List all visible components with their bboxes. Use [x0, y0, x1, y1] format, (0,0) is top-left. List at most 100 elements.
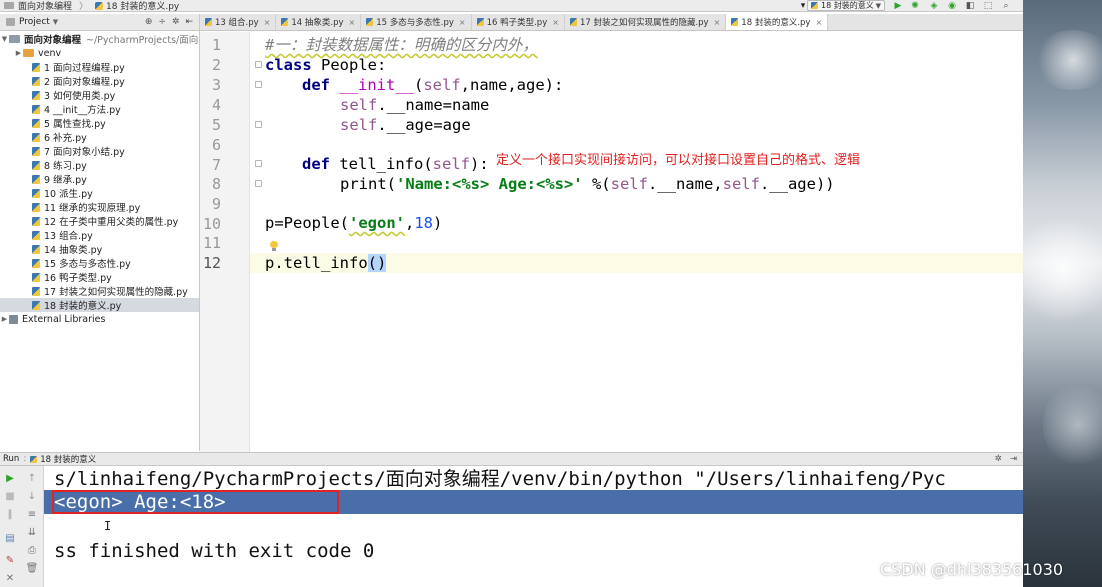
close-icon[interactable]: × [349, 18, 356, 27]
editor-tab[interactable]: 13 组合.py × [200, 14, 277, 30]
python-file-icon [32, 258, 40, 268]
scroll-to-end-icon[interactable]: ⇊ [26, 526, 38, 538]
tree-file[interactable]: 11 继承的实现原理.py [0, 200, 199, 214]
chevron-down-icon[interactable]: ▼ [0, 35, 9, 43]
fold-marker[interactable] [255, 180, 262, 187]
tree-file[interactable]: 9 继承.py [0, 172, 199, 186]
arrow-down-icon[interactable]: ↓ [26, 490, 38, 502]
tree-file[interactable]: 5 属性查找.py [0, 116, 199, 130]
run-tab[interactable]: 18 封装的意义 [40, 453, 96, 465]
editor-tab-active[interactable]: 18 封装的意义.py × [726, 14, 829, 30]
run-configuration-select[interactable]: 18 封装的意义 ▼ [807, 0, 885, 11]
exit-icon[interactable]: ✕ [4, 572, 16, 584]
breadcrumb-separator: 〉 [79, 2, 89, 12]
fold-marker[interactable] [255, 160, 262, 167]
editor-tab[interactable]: 14 抽象类.py × [276, 14, 362, 30]
tree-file[interactable]: 1 面向过程编程.py [0, 60, 199, 74]
project-tree: ▼ 面向对象编程 ~/PycharmProjects/面向 ▶ venv 1 面… [0, 31, 200, 451]
breadcrumb-file[interactable]: 18 封装的意义.py [91, 0, 183, 12]
scroll-from-source-icon[interactable]: ⊕ [145, 17, 153, 27]
code-area[interactable]: #一：封装数据属性：明确的区分内外， class People: def __i… [250, 32, 1023, 452]
close-icon[interactable]: × [815, 18, 822, 27]
python-file-icon [569, 18, 577, 26]
python-file-icon [32, 62, 40, 72]
stop-icon[interactable]: ◧ [964, 0, 976, 12]
hide-panel-icon[interactable]: ⇥ [1010, 454, 1017, 464]
console-line: ss finished with exit code 0 [54, 540, 375, 562]
project-icon [6, 18, 15, 26]
tree-file[interactable]: 16 鸭子类型.py [0, 270, 199, 284]
tree-file[interactable]: 13 组合.py [0, 228, 199, 242]
layout-icon[interactable]: ▤ [4, 532, 16, 544]
python-file-icon [32, 202, 40, 212]
fold-marker[interactable] [255, 61, 262, 68]
line-number: 12 [202, 254, 221, 272]
line-number: 4 [211, 96, 221, 114]
fold-marker[interactable] [255, 121, 262, 128]
editor-tab-bar: 13 组合.py × 14 抽象类.py × 15 多态与多态性.py × 16 鸭子… [200, 14, 1023, 31]
folder-icon [9, 35, 20, 43]
python-file-icon [32, 216, 40, 226]
python-file-icon [32, 174, 40, 184]
run-console[interactable]: s/linhaifeng/PycharmProjects/面向对象编程/venv… [44, 466, 1023, 587]
tree-file[interactable]: 2 面向对象编程.py [0, 74, 199, 88]
watermark: CSDN @dhl383561030 [880, 560, 1064, 579]
trash-icon[interactable]: 🗑 [26, 562, 39, 574]
coverage-icon[interactable]: ◈ [928, 0, 940, 12]
soft-wrap-icon[interactable]: ≡ [26, 508, 38, 520]
tree-file[interactable]: 3 如何使用类.py [0, 88, 199, 102]
text-cursor-icon: I [104, 519, 112, 533]
editor-tab[interactable]: 17 封装之如何实现属性的隐藏.py × [565, 14, 727, 30]
close-icon[interactable]: × [714, 18, 721, 27]
stop-icon[interactable]: ■ [4, 490, 16, 502]
vcs-icon[interactable]: ⬚ [982, 0, 994, 12]
gear-icon[interactable]: ✲ [172, 17, 180, 27]
run-icon[interactable]: ▶ [892, 0, 904, 12]
search-icon[interactable]: ⌕ [1000, 0, 1012, 12]
close-icon[interactable]: × [459, 18, 466, 27]
gear-icon[interactable]: ✲ [995, 454, 1002, 464]
pin-icon[interactable]: ✎ [4, 554, 16, 566]
tree-file-selected[interactable]: 18 封装的意义.py [0, 298, 199, 312]
close-icon[interactable]: × [552, 18, 559, 27]
print-icon[interactable]: ⎙ [26, 544, 38, 556]
debug-icon[interactable]: ✺ [909, 0, 921, 12]
code-line-10: p=People('egon',18) [265, 214, 443, 232]
rerun-icon[interactable]: ▶ [4, 472, 16, 484]
project-view-select[interactable]: Project [19, 17, 50, 27]
tree-root[interactable]: ▼ 面向对象编程 ~/PycharmProjects/面向 [0, 32, 199, 46]
pause-icon[interactable]: ‖ [4, 508, 16, 520]
tree-file[interactable]: 14 抽象类.py [0, 242, 199, 256]
tree-folder-venv[interactable]: ▶ venv [0, 46, 199, 60]
editor-tab[interactable]: 15 多态与多态性.py × [361, 14, 472, 30]
arrow-up-icon[interactable]: ↑ [26, 472, 38, 484]
tree-file[interactable]: 7 面向对象小结.py [0, 144, 199, 158]
tree-file[interactable]: 10 派生.py [0, 186, 199, 200]
tree-file[interactable]: 6 补充.py [0, 130, 199, 144]
editor-tab[interactable]: 16 鸭子类型.py × [472, 14, 565, 30]
fold-marker[interactable] [255, 81, 262, 88]
chevron-down-icon[interactable]: ▼ [53, 18, 58, 26]
hide-panel-icon[interactable]: ⇤ [185, 17, 193, 27]
close-icon[interactable]: × [264, 18, 271, 27]
tree-file[interactable]: 8 练习.py [0, 158, 199, 172]
profile-icon[interactable]: ◉ [946, 0, 958, 12]
breadcrumb-project[interactable]: 面向对象编程 [0, 0, 76, 12]
python-file-icon [731, 18, 739, 26]
tree-file[interactable]: 17 封装之如何实现属性的隐藏.py [0, 284, 199, 298]
tree-external-libraries[interactable]: ▶ External Libraries [0, 312, 199, 326]
library-icon [9, 314, 18, 324]
line-number: 10 [202, 215, 221, 233]
collapse-all-icon[interactable]: ÷ [158, 17, 166, 27]
folder-icon [23, 49, 34, 57]
tree-file[interactable]: 4 __init__方法.py [0, 102, 199, 116]
tree-file[interactable]: 15 多态与多态性.py [0, 256, 199, 270]
tree-file[interactable]: 12 在子类中重用父类的属性.py [0, 214, 199, 228]
project-panel-header: Project ▼ ⊕ ÷ ✲ ⇤ [0, 14, 200, 31]
code-editor[interactable]: 1 2 3 4 5 6 7 8 9 10 11 12 #一：封装数据属性：明确的… [200, 32, 1023, 452]
chevron-right-icon[interactable]: ▶ [14, 49, 23, 57]
line-number: 2 [211, 56, 221, 74]
lightbulb-icon[interactable] [270, 241, 278, 251]
chevron-right-icon[interactable]: ▶ [0, 315, 9, 323]
line-number: 1 [211, 36, 221, 54]
